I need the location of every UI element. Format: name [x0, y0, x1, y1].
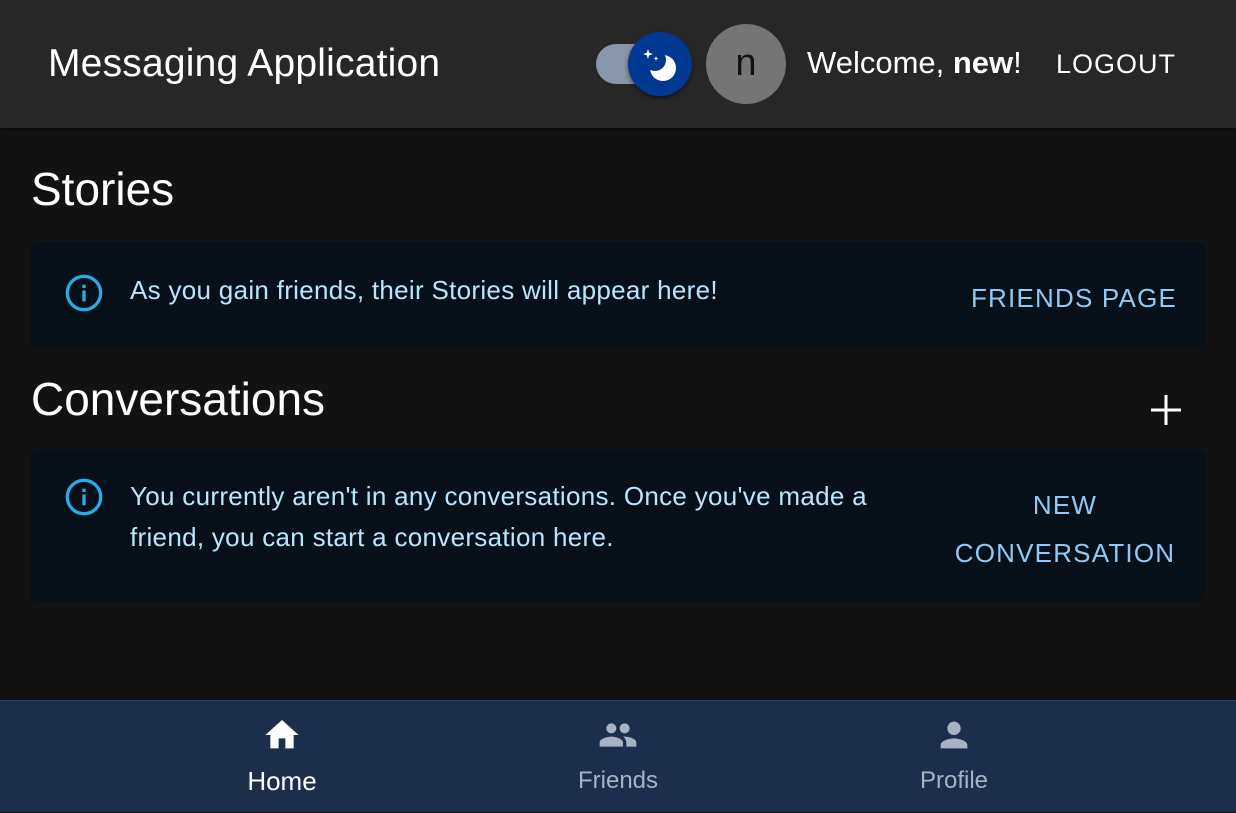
bottom-navigation: Home Friends Profile — [0, 700, 1236, 812]
people-icon — [599, 723, 637, 747]
conversations-heading: Conversations — [31, 373, 326, 425]
friends-page-button[interactable]: FRIENDS PAGE — [962, 276, 1186, 320]
nav-item-friends[interactable]: Friends — [518, 701, 718, 813]
nav-item-home[interactable]: Home — [182, 701, 382, 813]
home-icon — [265, 720, 299, 749]
nav-label-friends: Friends — [577, 767, 659, 794]
stories-info-text: As you gain friends, their Stories will … — [130, 275, 718, 305]
dark-mode-toggle[interactable] — [592, 30, 696, 98]
conversations-info-text: You currently aren't in any conversation… — [130, 481, 867, 552]
nav-item-profile[interactable]: Profile — [854, 701, 1054, 813]
toggle-thumb — [628, 32, 692, 96]
add-conversation-button[interactable] — [1138, 382, 1194, 438]
app-title: Messaging Application — [48, 42, 441, 85]
avatar: n — [706, 24, 786, 104]
nav-label-profile: Profile — [919, 767, 989, 794]
app-bar: Messaging Application n Welcome, new! LO… — [0, 0, 1236, 128]
conversations-info-alert: You currently aren't in any conversation… — [30, 449, 1205, 602]
stories-info-alert: As you gain friends, their Stories will … — [30, 242, 1205, 348]
welcome-suffix: ! — [1013, 45, 1022, 80]
person-icon — [940, 721, 968, 749]
info-icon — [65, 478, 103, 516]
new-conversation-button[interactable]: NEW CONVERSATION — [950, 481, 1180, 577]
welcome-message: Welcome, new! — [807, 42, 1022, 84]
plus-icon — [1151, 395, 1181, 425]
welcome-prefix: Welcome, — [807, 45, 953, 80]
stories-heading: Stories — [31, 163, 175, 215]
logout-button[interactable]: LOGOUT — [1046, 38, 1186, 90]
info-icon — [65, 274, 103, 312]
username: new — [952, 45, 1014, 80]
moon-icon — [643, 49, 676, 81]
nav-label-home: Home — [247, 766, 317, 796]
